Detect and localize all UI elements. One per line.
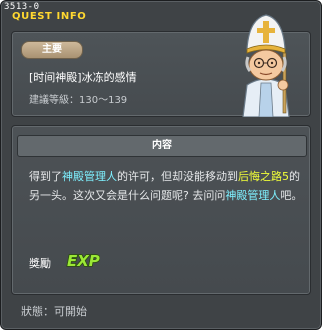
content-header: 内容 — [17, 135, 307, 157]
reward-label: 獎勵 — [29, 257, 51, 270]
quest-description: 得到了神殿管理人的许可，但却没能移动到后悔之路5的另一头。这次又会是什么问题呢?… — [29, 167, 305, 205]
quest-name: [时间神殿]冰冻的感情 — [29, 71, 137, 84]
exp-icon: EXP — [66, 251, 100, 269]
category-tag: 主要 — [21, 41, 83, 59]
quest-info-window: 3513-0 QUEST INFO 主要 [时间神殿]冰冻的感情 建議等級：13… — [0, 0, 322, 330]
desc-text: 的许可，但却没能移动到 — [117, 170, 238, 183]
place-name: 后悔之路5 — [238, 170, 289, 183]
npc-name-link: 神殿管理人 — [225, 189, 281, 202]
desc-text: 得到了 — [29, 170, 62, 183]
priest-npc-icon — [242, 14, 290, 117]
quest-status: 狀態：可開始 — [21, 305, 87, 318]
npc-name-link: 神殿管理人 — [62, 170, 117, 183]
exp-icon-text: EXP — [67, 252, 100, 269]
window-title: QUEST INFO — [12, 11, 87, 22]
quest-level-range: 建議等級：130～139 — [29, 95, 128, 106]
desc-text: 吧。 — [280, 189, 303, 202]
